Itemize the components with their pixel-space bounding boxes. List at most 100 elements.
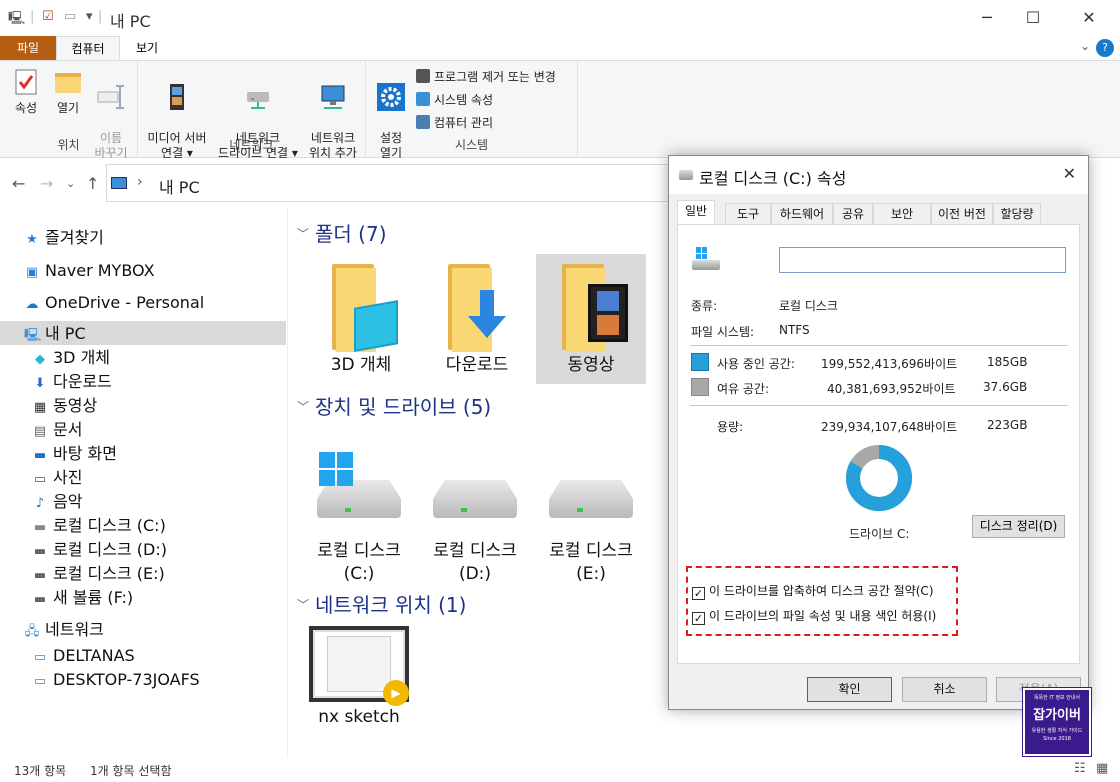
sidebar-item-quick-access[interactable]: ★ 즐겨찾기	[24, 226, 104, 250]
computer-management-label: 컴퓨터 관리	[434, 116, 494, 130]
checkbox-checked-icon: ✓	[692, 587, 705, 600]
sidebar-item-downloads[interactable]: ⬇ 다운로드	[32, 370, 112, 394]
tab-computer[interactable]: 컴퓨터	[56, 36, 120, 60]
help-icon[interactable]: ?	[1096, 39, 1114, 57]
network-icon: 🖧	[24, 624, 40, 639]
rename-icon	[97, 85, 124, 109]
open-button[interactable]: 열기	[50, 67, 86, 116]
highlight-annotation	[686, 566, 958, 636]
tile-sublabel: (E:)	[576, 564, 606, 584]
disk-cleanup-button[interactable]: 디스크 정리(D)	[972, 515, 1065, 538]
tab-quota[interactable]: 할당량	[993, 203, 1041, 224]
drive-e-tile[interactable]: 로컬 디스크 (E:)	[535, 458, 647, 586]
address-path: 내 PC	[159, 178, 200, 197]
customize-quick-access-icon[interactable]: ▾	[86, 9, 93, 24]
general-tab-page: 종류: 로컬 디스크 파일 시스템: NTFS 사용 중인 공간: 199,55…	[677, 224, 1080, 664]
dialog-title: 로컬 디스크 (C:) 속성	[699, 169, 847, 188]
properties-button[interactable]: 속성	[8, 67, 44, 116]
forward-icon[interactable]: →	[40, 174, 53, 193]
video-thumbnail-icon: ▶	[309, 626, 409, 706]
details-view-icon[interactable]: ☷	[1074, 761, 1086, 776]
compress-drive-checkbox[interactable]: ✓ 이 드라이브를 압축하여 디스크 공간 절약(C)	[692, 582, 934, 600]
recent-locations-icon[interactable]: ⌄	[66, 177, 75, 190]
sidebar-item-deltanas[interactable]: ▭ DELTANAS	[32, 644, 135, 668]
dialog-close-button[interactable]: ✕	[1063, 164, 1076, 183]
type-label: 종류:	[691, 299, 718, 313]
tab-sharing[interactable]: 공유	[833, 203, 873, 224]
explorer-icon: 🖳	[8, 11, 26, 26]
sidebar-item-desktop-73joafs[interactable]: ▭ DESKTOP-73JOAFS	[32, 668, 200, 692]
new-folder-icon[interactable]: ▭	[64, 9, 76, 24]
cancel-button[interactable]: 취소	[902, 677, 987, 702]
sidebar-item-network[interactable]: 🖧 네트워크	[24, 618, 104, 642]
drive-icon: ▬	[33, 544, 47, 559]
sidebar-item-pictures[interactable]: ▭ 사진	[32, 466, 83, 490]
used-space-bytes: 199,552,413,696바이트	[821, 357, 958, 371]
large-icons-view-icon[interactable]: ▦	[1096, 761, 1108, 776]
sidebar-label: 동영상	[53, 396, 98, 415]
drive-c-tile[interactable]: 로컬 디스크 (C:)	[303, 452, 415, 586]
sidebar-item-drive-f[interactable]: ▬ 새 볼륨 (F:)	[32, 586, 133, 610]
tab-general[interactable]: 일반	[677, 200, 715, 225]
address-bar[interactable]: › 내 PC	[106, 164, 676, 202]
ok-button[interactable]: 확인	[807, 677, 892, 702]
sidebar-item-3d-objects[interactable]: ◆ 3D 개체	[32, 346, 110, 370]
drive-d-tile[interactable]: 로컬 디스크 (D:)	[419, 458, 531, 586]
document-icon: ▤	[33, 424, 47, 439]
film-icon: ▦	[33, 400, 47, 415]
sidebar-item-videos[interactable]: ▦ 동영상	[32, 394, 97, 418]
sidebar-item-drive-e[interactable]: ▬ 로컬 디스크 (E:)	[32, 562, 165, 586]
folder-videos[interactable]: 동영상	[536, 254, 646, 384]
sidebar-item-music[interactable]: ♪ 음악	[32, 490, 83, 514]
sidebar-item-onedrive[interactable]: ☁ OneDrive - Personal	[24, 291, 205, 315]
folder-downloads[interactable]: 다운로드	[431, 260, 523, 377]
maximize-button[interactable]: ☐	[1010, 0, 1056, 36]
minimize-button[interactable]: ─	[964, 0, 1010, 36]
close-button[interactable]: ✕	[1066, 0, 1112, 36]
used-space-label: 사용 중인 공간:	[717, 357, 795, 371]
sidebar-item-drive-d[interactable]: ▬ 로컬 디스크 (D:)	[32, 538, 167, 562]
volume-name-input[interactable]	[779, 247, 1066, 273]
folder-icon	[438, 260, 516, 354]
sidebar-label: Naver MYBOX	[45, 261, 155, 280]
pc-icon: 🖳	[24, 328, 42, 343]
watermark-top: 똑똑한 IT 정보 안내서	[1033, 695, 1081, 701]
sidebar-item-drive-c[interactable]: ▬ 로컬 디스크 (C:)	[32, 514, 166, 538]
properties-icon[interactable]: ☑	[42, 9, 54, 24]
back-icon[interactable]: ←	[12, 174, 25, 193]
sidebar-item-this-pc[interactable]: 🖳 내 PC	[24, 322, 86, 346]
divider: |	[30, 9, 35, 24]
tab-previous-versions[interactable]: 이전 버전	[931, 203, 993, 224]
system-properties-button[interactable]: 시스템 속성	[416, 90, 493, 110]
tab-security[interactable]: 보안	[873, 203, 931, 224]
tab-hardware[interactable]: 하드웨어	[771, 203, 833, 224]
uninstall-program-button[interactable]: 프로그램 제거 또는 변경	[416, 67, 556, 87]
sidebar-item-documents[interactable]: ▤ 문서	[32, 418, 83, 442]
sidebar-item-desktop[interactable]: ▬ 바탕 화면	[32, 442, 117, 466]
dialog-title-bar: 로컬 디스크 (C:) 속성 ✕	[669, 156, 1088, 194]
index-drive-checkbox[interactable]: ✓ 이 드라이브의 파일 속성 및 내용 색인 허용(I)	[692, 607, 936, 625]
uninstall-label: 프로그램 제거 또는 변경	[434, 70, 556, 84]
sidebar-item-naver-mybox[interactable]: ▣ Naver MYBOX	[24, 259, 155, 283]
tab-view[interactable]: 보기	[122, 36, 172, 60]
tab-file[interactable]: 파일	[0, 36, 56, 60]
file-system-label: 파일 시스템:	[691, 325, 755, 339]
up-icon[interactable]: ↑	[86, 174, 99, 193]
free-space-swatch	[691, 378, 709, 396]
used-space-size: 185GB	[987, 355, 1028, 369]
section-devices-drives[interactable]: ﹀ 장치 및 드라이브 (5)	[297, 393, 491, 421]
sidebar-label: 사진	[53, 468, 83, 487]
folder-3d-objects[interactable]: 3D 개체	[315, 260, 407, 377]
tab-tools[interactable]: 도구	[725, 203, 771, 224]
sidebar-label: 로컬 디스크 (D:)	[53, 540, 167, 559]
section-folders[interactable]: ﹀ 폴더 (7)	[297, 220, 387, 248]
item-count: 13개 항목	[14, 764, 67, 778]
properties-dialog: 로컬 디스크 (C:) 속성 ✕ 일반 도구 하드웨어 공유 보안 이전 버전 …	[668, 155, 1089, 710]
network-drive-icon	[247, 92, 269, 109]
expand-ribbon-icon[interactable]: ⌄	[1080, 39, 1090, 53]
section-network-locations[interactable]: ﹀ 네트워크 위치 (1)	[297, 591, 466, 619]
computer-management-button[interactable]: 컴퓨터 관리	[416, 113, 493, 133]
sidebar-label: DESKTOP-73JOAFS	[53, 670, 200, 689]
network-item-nx-sketch[interactable]: ▶ nx sketch	[303, 626, 415, 729]
sidebar-label: 바탕 화면	[53, 444, 117, 463]
